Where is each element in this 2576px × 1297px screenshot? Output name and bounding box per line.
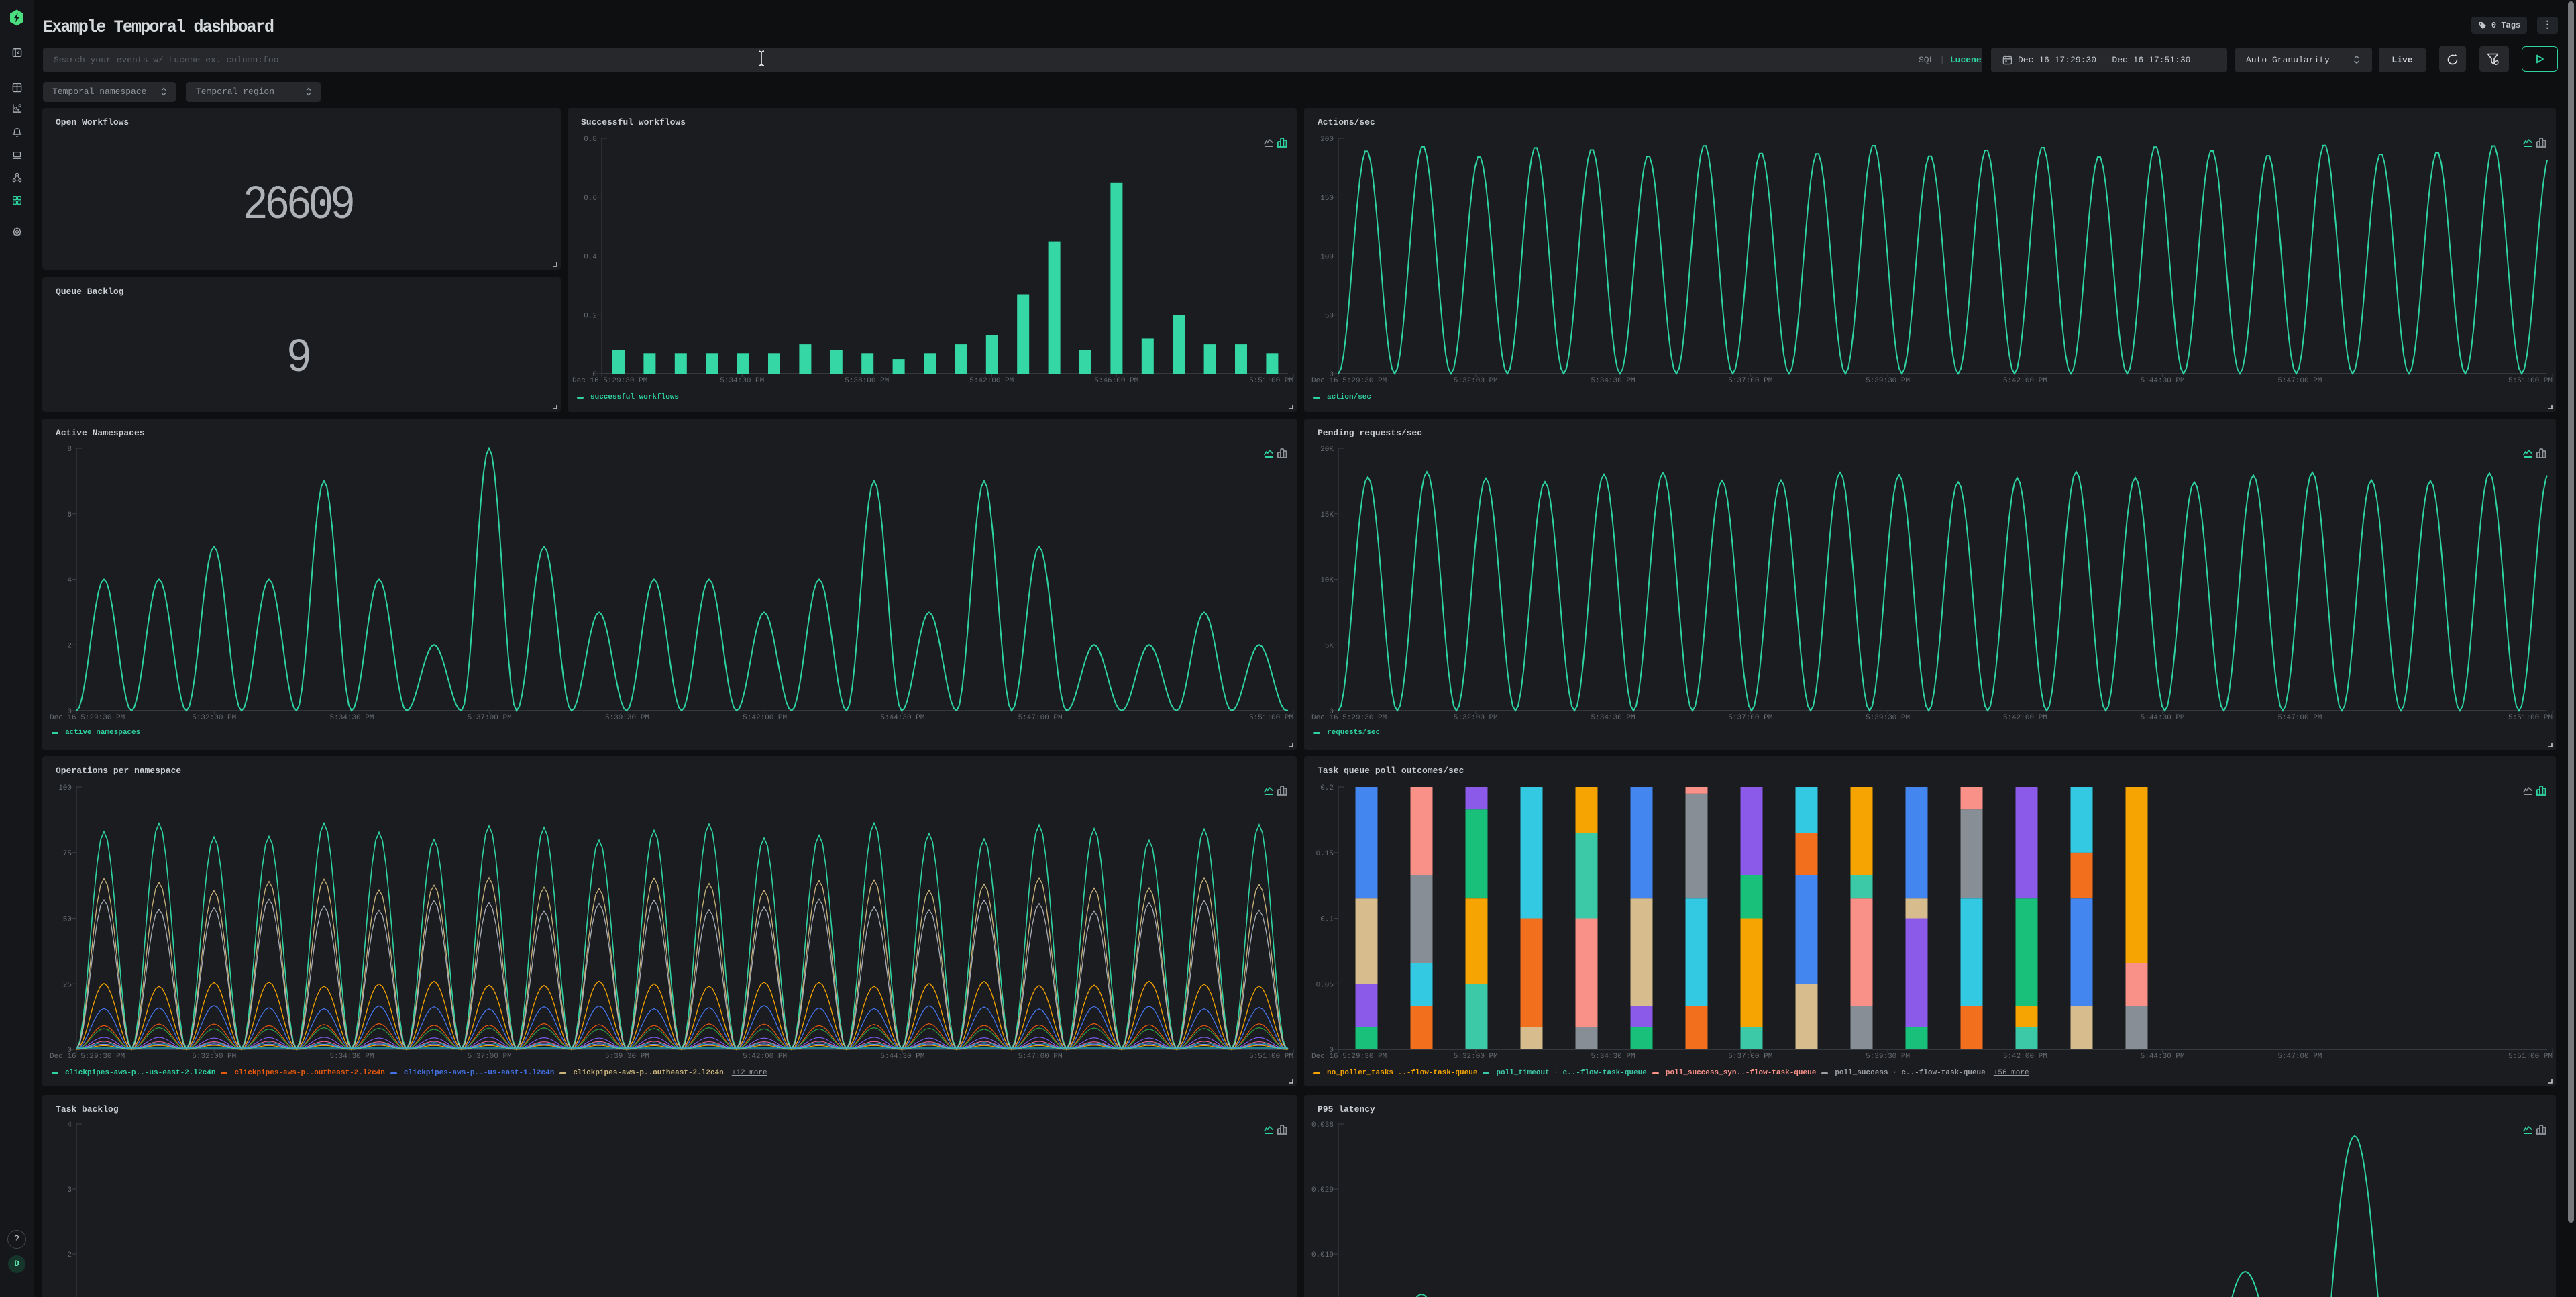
- svg-text:5:32:00 PM: 5:32:00 PM: [192, 714, 236, 722]
- svg-text:5:39:30 PM: 5:39:30 PM: [605, 714, 649, 722]
- svg-text:8: 8: [67, 446, 72, 454]
- svg-text:5:44:30 PM: 5:44:30 PM: [2141, 377, 2185, 385]
- svg-text:75: 75: [63, 850, 72, 858]
- svg-text:5:42:00 PM: 5:42:00 PM: [2003, 714, 2047, 722]
- svg-text:5:32:00 PM: 5:32:00 PM: [1454, 1053, 1498, 1061]
- svg-text:5:38:00 PM: 5:38:00 PM: [845, 377, 889, 385]
- svg-text:5:32:00 PM: 5:32:00 PM: [1454, 377, 1498, 385]
- svg-text:5:47:00 PM: 5:47:00 PM: [2277, 377, 2322, 385]
- svg-text:0.038: 0.038: [1311, 1121, 1334, 1129]
- svg-text:0.2: 0.2: [1320, 784, 1334, 792]
- svg-text:0.15: 0.15: [1316, 850, 1334, 858]
- svg-text:0.8: 0.8: [584, 136, 597, 144]
- svg-text:5:51:00 PM: 5:51:00 PM: [1249, 377, 1293, 385]
- svg-text:0.6: 0.6: [584, 195, 597, 203]
- svg-text:5:39:30 PM: 5:39:30 PM: [1866, 714, 1910, 722]
- svg-text:25: 25: [63, 981, 72, 989]
- svg-text:5:34:30 PM: 5:34:30 PM: [1591, 714, 1635, 722]
- svg-text:15K: 15K: [1320, 511, 1334, 519]
- svg-text:5:42:00 PM: 5:42:00 PM: [743, 714, 787, 722]
- svg-text:5:44:30 PM: 5:44:30 PM: [2141, 714, 2185, 722]
- svg-text:5:51:00 PM: 5:51:00 PM: [2508, 714, 2553, 722]
- svg-text:Dec 16 5:29:30 PM: Dec 16 5:29:30 PM: [50, 1053, 125, 1061]
- svg-text:3: 3: [67, 1186, 72, 1194]
- svg-text:5:32:00 PM: 5:32:00 PM: [1454, 714, 1498, 722]
- svg-text:5:47:00 PM: 5:47:00 PM: [2277, 1053, 2322, 1061]
- svg-text:2: 2: [67, 642, 72, 650]
- svg-text:5:44:30 PM: 5:44:30 PM: [880, 714, 924, 722]
- svg-text:0.019: 0.019: [1311, 1251, 1334, 1259]
- svg-text:0.1: 0.1: [1320, 916, 1334, 924]
- svg-text:5:37:00 PM: 5:37:00 PM: [468, 1053, 512, 1061]
- svg-text:Dec 16 5:29:30 PM: Dec 16 5:29:30 PM: [572, 377, 647, 385]
- svg-text:5:34:00 PM: 5:34:00 PM: [720, 377, 764, 385]
- svg-text:5:32:00 PM: 5:32:00 PM: [192, 1053, 236, 1061]
- svg-text:5:37:00 PM: 5:37:00 PM: [1728, 377, 1772, 385]
- svg-text:5:46:00 PM: 5:46:00 PM: [1094, 377, 1138, 385]
- svg-text:Dec 16 5:29:30 PM: Dec 16 5:29:30 PM: [1311, 377, 1387, 385]
- svg-text:5:42:00 PM: 5:42:00 PM: [2003, 377, 2047, 385]
- svg-text:5:42:00 PM: 5:42:00 PM: [743, 1053, 787, 1061]
- svg-text:150: 150: [1320, 195, 1334, 203]
- svg-text:Dec 16 5:29:30 PM: Dec 16 5:29:30 PM: [1311, 714, 1387, 722]
- svg-text:20K: 20K: [1320, 446, 1334, 454]
- svg-text:0.029: 0.029: [1311, 1186, 1334, 1194]
- svg-text:50: 50: [1325, 312, 1334, 320]
- svg-text:5K: 5K: [1325, 642, 1334, 650]
- svg-text:5:34:30 PM: 5:34:30 PM: [1591, 377, 1635, 385]
- svg-text:50: 50: [63, 916, 72, 924]
- svg-text:5:51:00 PM: 5:51:00 PM: [2508, 377, 2553, 385]
- svg-text:5:34:30 PM: 5:34:30 PM: [329, 714, 374, 722]
- svg-text:Dec 16 5:29:30 PM: Dec 16 5:29:30 PM: [1311, 1053, 1387, 1061]
- svg-text:5:44:30 PM: 5:44:30 PM: [2141, 1053, 2185, 1061]
- svg-text:0.4: 0.4: [584, 254, 597, 262]
- svg-text:5:47:00 PM: 5:47:00 PM: [1018, 1053, 1063, 1061]
- svg-text:5:42:00 PM: 5:42:00 PM: [969, 377, 1014, 385]
- svg-text:5:34:30 PM: 5:34:30 PM: [1591, 1053, 1635, 1061]
- svg-text:5:39:30 PM: 5:39:30 PM: [1866, 377, 1910, 385]
- svg-text:5:39:30 PM: 5:39:30 PM: [1866, 1053, 1910, 1061]
- svg-text:5:37:00 PM: 5:37:00 PM: [468, 714, 512, 722]
- svg-text:4: 4: [67, 577, 72, 585]
- svg-text:5:47:00 PM: 5:47:00 PM: [2277, 714, 2322, 722]
- svg-text:4: 4: [67, 1121, 72, 1129]
- svg-text:5:37:00 PM: 5:37:00 PM: [1728, 714, 1772, 722]
- svg-text:0.05: 0.05: [1316, 981, 1334, 989]
- svg-text:5:39:30 PM: 5:39:30 PM: [605, 1053, 649, 1061]
- svg-text:2: 2: [67, 1251, 72, 1259]
- svg-text:5:51:00 PM: 5:51:00 PM: [2508, 1053, 2553, 1061]
- svg-text:5:47:00 PM: 5:47:00 PM: [1018, 714, 1063, 722]
- svg-text:0.2: 0.2: [584, 312, 597, 320]
- svg-text:5:51:00 PM: 5:51:00 PM: [1249, 714, 1293, 722]
- svg-text:5:34:30 PM: 5:34:30 PM: [329, 1053, 374, 1061]
- svg-text:100: 100: [58, 784, 72, 792]
- svg-text:200: 200: [1320, 136, 1334, 144]
- svg-text:Dec 16 5:29:30 PM: Dec 16 5:29:30 PM: [50, 714, 125, 722]
- svg-text:100: 100: [1320, 254, 1334, 262]
- svg-text:5:44:30 PM: 5:44:30 PM: [880, 1053, 924, 1061]
- svg-text:6: 6: [67, 511, 72, 519]
- svg-text:5:51:00 PM: 5:51:00 PM: [1249, 1053, 1293, 1061]
- svg-text:5:42:00 PM: 5:42:00 PM: [2003, 1053, 2047, 1061]
- svg-text:10K: 10K: [1320, 577, 1334, 585]
- svg-text:5:37:00 PM: 5:37:00 PM: [1728, 1053, 1772, 1061]
